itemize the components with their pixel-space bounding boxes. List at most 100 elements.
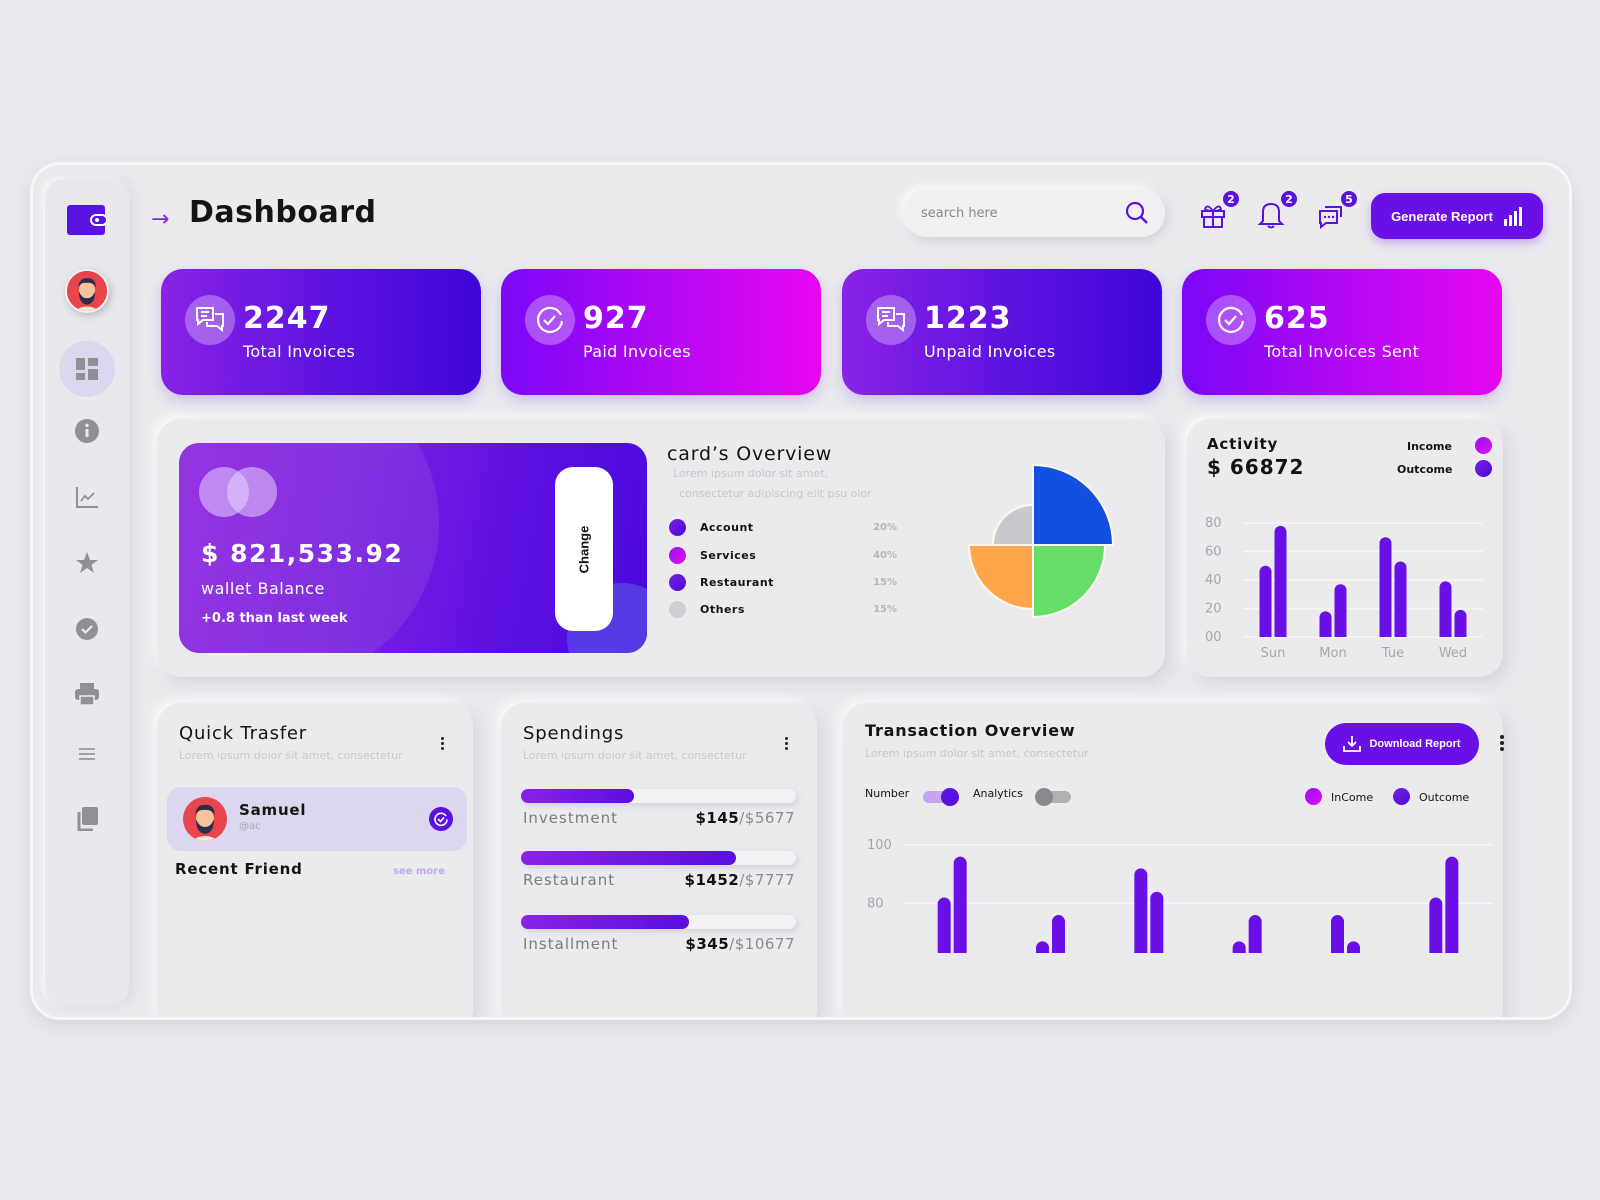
progress-fill [521, 915, 689, 929]
bar-income-6 [1429, 897, 1443, 953]
contact-name: Samuel [239, 801, 307, 819]
check-circle-icon [1206, 295, 1256, 345]
change-card-button[interactable]: Change [555, 467, 613, 631]
search-icon[interactable] [1125, 201, 1149, 225]
quick-transfer-menu-icon[interactable] [439, 737, 445, 750]
send-check-icon[interactable] [429, 807, 453, 831]
spendings-menu-icon[interactable] [783, 737, 789, 750]
printer-icon [75, 683, 99, 706]
messages-button[interactable]: 5 [1317, 189, 1359, 231]
activity-title: Activity [1207, 435, 1279, 453]
pie-slice-account [1032, 463, 1115, 546]
transaction-title: Transaction Overview [865, 721, 1076, 740]
sidebar-item-verified[interactable] [75, 617, 99, 641]
activity-amount: $ 66872 [1207, 455, 1305, 479]
x-tick-label: Mon [1319, 646, 1346, 661]
verified-badge-icon [76, 618, 98, 640]
x-tick-label: Wed [1439, 646, 1467, 661]
transaction-bar-chart: 80 100 [867, 838, 1493, 953]
sidebar-item-analytics[interactable] [75, 485, 99, 509]
user-avatar[interactable] [65, 269, 109, 313]
transaction-menu-icon[interactable] [1499, 735, 1505, 751]
stat-value: 625 [1264, 301, 1330, 336]
sidebar-item-info[interactable] [75, 419, 99, 443]
quick-transfer-subtitle: Lorem ipsum dolor sit amet, consectetur [179, 749, 403, 762]
restaurant-progress [521, 851, 796, 865]
page-title: Dashboard [189, 195, 377, 230]
stat-card-total-invoices[interactable]: 2247 Total Invoices [161, 269, 481, 395]
analytics-toggle[interactable] [1035, 788, 1071, 806]
see-more-link[interactable]: see more [393, 866, 445, 877]
contact-row-samuel[interactable]: Samuel @ac [167, 787, 467, 851]
sidebar [45, 179, 129, 1005]
pie-slice-restaurant [967, 544, 1034, 611]
installment-progress [521, 915, 796, 929]
wallet-logo-icon[interactable] [67, 205, 107, 235]
contact-avatar [183, 797, 227, 841]
outcome-dot [1475, 460, 1492, 477]
spendings-title: Spendings [523, 723, 625, 744]
back-arrow-icon[interactable]: → [151, 207, 169, 232]
wallet-change-text: +0.8 than last week [201, 611, 348, 626]
stat-card-unpaid-invoices[interactable]: 1223 Unpaid Invoices [842, 269, 1162, 395]
analytics-toggle-label: Analytics [973, 787, 1023, 800]
search-bar[interactable] [903, 189, 1165, 237]
bar-income-sun [1259, 565, 1272, 637]
spending-label: Restaurant [523, 871, 616, 889]
gift-badge: 2 [1221, 189, 1241, 209]
activity-legend-outcome: Outcome [1397, 463, 1453, 476]
spending-label: Investment [523, 809, 618, 827]
y-tick-label: 40 [1205, 573, 1222, 588]
bar-income-tue [1379, 537, 1392, 637]
menu-icon [79, 748, 95, 760]
bar-income-wed [1439, 581, 1452, 637]
legend-item-restaurant: Restaurant 15% [669, 574, 897, 591]
sidebar-item-print[interactable] [74, 682, 100, 706]
bar-outcome-3 [1150, 891, 1164, 953]
cards-overview-title: card’s Overview [667, 443, 833, 465]
dashboard-grid-icon [76, 358, 98, 380]
check-circle-icon [525, 295, 575, 345]
activity-legend-income: Income [1407, 440, 1452, 453]
download-report-button[interactable]: Download Report [1325, 723, 1479, 765]
dashboard-window: → Dashboard 2 2 5 Generate Report 2247 T… [30, 162, 1572, 1020]
generate-report-button[interactable]: Generate Report [1371, 193, 1543, 239]
line-chart-icon [76, 487, 98, 508]
bar-outcome-sun [1274, 525, 1287, 637]
stat-card-paid-invoices[interactable]: 927 Paid Invoices [501, 269, 821, 395]
sidebar-item-menu[interactable] [79, 747, 95, 761]
sidebar-item-documents[interactable] [76, 807, 98, 831]
spendings-subtitle: Lorem ipsum dolor sit amet, consectetur [523, 749, 747, 762]
stat-label: Total Invoices Sent [1264, 342, 1420, 361]
y-tick-label: 60 [1205, 545, 1222, 560]
notifications-button[interactable]: 2 [1257, 189, 1299, 231]
sidebar-item-dashboard[interactable] [59, 341, 115, 397]
stat-value: 2247 [243, 301, 331, 336]
chat-icon [866, 295, 916, 345]
bar-outcome-6 [1445, 856, 1459, 953]
info-icon [75, 419, 99, 443]
number-toggle[interactable] [923, 788, 959, 806]
sidebar-item-favorites[interactable] [75, 551, 99, 575]
spending-amount: $345/$10677 [685, 935, 795, 953]
legend-item-account: Account 20% [669, 519, 897, 536]
bar-outcome-wed [1454, 609, 1467, 637]
legend-item-services: Services 40% [669, 547, 897, 564]
activity-bar-chart: 00 20 40 60 80 Sun Mon Tue Wed [1205, 516, 1483, 661]
cards-overview-subtitle: Lorem ipsum dolor sit amet, [673, 467, 829, 480]
stat-card-invoices-sent[interactable]: 625 Total Invoices Sent [1182, 269, 1502, 395]
income-legend-dot [1305, 788, 1322, 805]
y-tick-label: 100 [867, 838, 892, 853]
wallet-balance: $ 821,533.92 [201, 539, 404, 568]
bar-income-1 [937, 897, 951, 953]
gift-button[interactable]: 2 [1199, 189, 1241, 231]
spendings-panel: Spendings Lorem ipsum dolor sit amet, co… [501, 703, 817, 1017]
chat-icon [185, 295, 235, 345]
bar-chart-icon [1503, 207, 1522, 226]
download-report-label: Download Report [1369, 738, 1461, 750]
bar-outcome-4 [1248, 915, 1262, 953]
y-tick-label: 20 [1205, 602, 1222, 617]
y-tick-label: 00 [1205, 630, 1222, 645]
search-input[interactable] [921, 205, 1125, 221]
progress-fill [521, 851, 736, 865]
